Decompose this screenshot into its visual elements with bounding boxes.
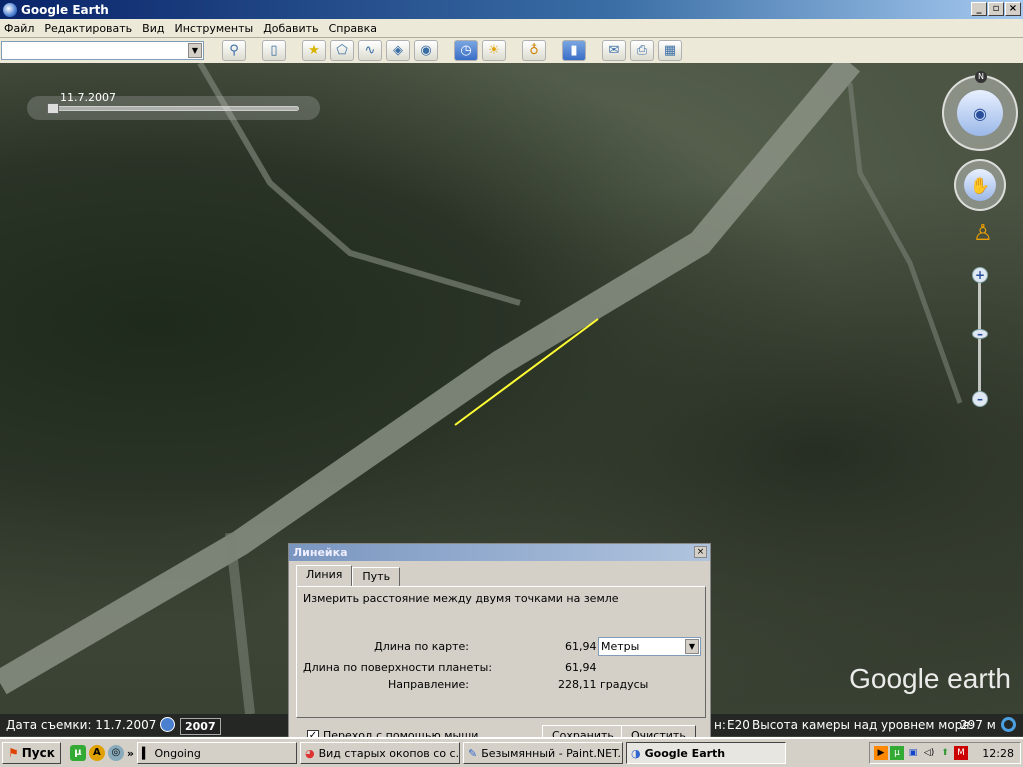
zoom-out-icon[interactable]: – <box>972 391 988 407</box>
system-tray: ▶ µ ▣ ◁) ⬆ M 12:28 <box>869 742 1021 764</box>
coordinate-value: E20 <box>727 718 750 732</box>
menu-bar: Файл Редактировать Вид Инструменты Добав… <box>0 19 1023 38</box>
sidebar-icon[interactable]: ▯ <box>262 40 286 61</box>
window-title: Google Earth <box>21 2 109 17</box>
chevron-down-icon[interactable]: ▼ <box>685 639 699 654</box>
altitude-label: Высота камеры над уровнем моря: <box>752 718 974 732</box>
historical-imagery-icon[interactable] <box>160 717 175 732</box>
imagery-date: Дата съемки: 11.7.2007 <box>6 718 157 732</box>
close-button[interactable]: × <box>1005 2 1021 16</box>
taskbar: ⚑ Пуск µ A ◎ » ▍ Ongoing ◕ Вид старых окопо… <box>0 737 1023 767</box>
north-indicator[interactable]: N <box>975 71 987 83</box>
search-icon[interactable]: ⚲ <box>222 40 246 61</box>
eye-icon[interactable]: ◉ <box>957 90 1003 136</box>
sunlight-icon[interactable]: ☀ <box>482 40 506 61</box>
network-icon[interactable]: ▣ <box>906 746 920 760</box>
ruler-dialog-title: Линейка <box>289 544 710 561</box>
start-button[interactable]: ⚑ Пуск <box>2 742 61 764</box>
hand-icon[interactable]: ✋ <box>964 169 996 201</box>
zoom-in-icon[interactable]: + <box>972 267 988 283</box>
move-control[interactable]: ✋ <box>954 159 1006 211</box>
menu-file[interactable]: Файл <box>4 22 34 35</box>
tab-path[interactable]: Путь <box>352 567 401 586</box>
safely-remove-icon[interactable]: ⬆ <box>938 746 952 760</box>
streaming-indicator-icon <box>1001 717 1016 732</box>
task-google-earth[interactable]: ◑ Google Earth <box>626 742 786 764</box>
task-label: Google Earth <box>644 746 726 760</box>
task-paint-net[interactable]: ✎ Безымянный - Paint.NET... <box>463 742 623 764</box>
task-ongoing[interactable]: ▍ Ongoing <box>137 742 297 764</box>
coordinate-label: н: <box>714 718 726 732</box>
heading-value: 228,11 градусы <box>558 678 649 691</box>
task-chrome[interactable]: ◕ Вид старых окопов со с... <box>300 742 460 764</box>
search-input[interactable]: ▼ <box>1 41 204 60</box>
google-earth-logo-icon <box>3 2 17 17</box>
utorrent-tray-icon[interactable]: µ <box>890 746 904 760</box>
toolbar: ▼ ⚲ ▯ ★ ⬠ ∿ ◈ ◉ ◷ ☀ ♁ ▮ ✉ ⎙ ▦ <box>0 38 1023 63</box>
ground-length-label: Длина по поверхности планеты: <box>303 661 493 674</box>
print-icon[interactable]: ⎙ <box>630 40 654 61</box>
ruler-dialog: Линейка × Линия Путь Измерить расстояние… <box>288 543 711 747</box>
task-label: Ongoing <box>154 746 201 760</box>
google-earth-watermark: Google earth <box>849 663 1011 694</box>
time-slider-label: 11.7.2007 <box>60 91 116 104</box>
google-earth-icon: ◑ <box>631 746 641 760</box>
time-slider-handle[interactable] <box>47 103 59 114</box>
historical-imagery-icon[interactable]: ◷ <box>454 40 478 61</box>
time-slider[interactable]: 11.7.2007 <box>27 91 320 120</box>
email-icon[interactable]: ✉ <box>602 40 626 61</box>
chevron-down-icon[interactable]: ▼ <box>188 43 202 58</box>
maximize-button[interactable]: ▫ <box>988 2 1004 16</box>
clock[interactable]: 12:28 <box>982 747 1014 760</box>
map-length-value: 61,94 <box>565 640 597 653</box>
menu-view[interactable]: Вид <box>142 22 164 35</box>
imagery-year[interactable]: 2007 <box>180 718 221 735</box>
altitude-value: 297 м <box>960 718 996 732</box>
ruler-description: Измерить расстояние между двумя точками … <box>303 592 619 605</box>
gmail-notifier-icon[interactable]: M <box>954 746 968 760</box>
task-label: Вид старых окопов со с... <box>318 746 460 760</box>
heading-label: Направление: <box>387 678 469 691</box>
folder-icon: ▍ <box>142 746 151 760</box>
tour-icon[interactable]: ◉ <box>414 40 438 61</box>
ruler-panel: Измерить расстояние между двумя точками … <box>296 586 706 718</box>
volume-icon[interactable]: ◁) <box>922 746 936 760</box>
ground-length-value: 61,94 <box>565 661 597 674</box>
chrome-icon: ◕ <box>305 746 315 760</box>
zoom-slider-handle[interactable]: – <box>972 328 988 340</box>
maps-icon[interactable]: ▦ <box>658 40 682 61</box>
time-slider-track[interactable] <box>49 106 299 111</box>
units-select[interactable]: Метры ▼ <box>598 637 701 656</box>
path-icon[interactable]: ∿ <box>358 40 382 61</box>
browser-icon[interactable]: ◎ <box>107 745 124 761</box>
windows-flag-icon: ⚑ <box>8 746 19 760</box>
menu-edit[interactable]: Редактировать <box>44 22 132 35</box>
overlay-icon[interactable]: ◈ <box>386 40 410 61</box>
menu-add[interactable]: Добавить <box>263 22 318 35</box>
units-value: Метры <box>601 640 640 653</box>
title-bar: Google Earth _ ▫ × <box>0 0 1023 19</box>
placemark-icon[interactable]: ★ <box>302 40 326 61</box>
media-player-icon[interactable]: ▶ <box>874 746 888 760</box>
utorrent-icon[interactable]: µ <box>69 745 86 761</box>
start-label: Пуск <box>21 746 55 760</box>
planet-icon[interactable]: ♁ <box>522 40 546 61</box>
ruler-icon[interactable]: ▮ <box>562 40 586 61</box>
menu-help[interactable]: Справка <box>329 22 377 35</box>
zoom-slider[interactable]: + – – <box>972 267 988 407</box>
polygon-icon[interactable]: ⬠ <box>330 40 354 61</box>
minimize-button[interactable]: _ <box>971 2 987 16</box>
task-label: Безымянный - Paint.NET... <box>481 746 623 760</box>
menu-tools[interactable]: Инструменты <box>174 22 253 35</box>
look-control[interactable]: N ◉ <box>942 71 1018 151</box>
quicklaunch-overflow[interactable]: » <box>127 747 134 760</box>
paint-net-icon: ✎ <box>468 746 478 760</box>
street-view-pegman-icon[interactable]: ♙ <box>973 221 993 246</box>
close-icon[interactable]: × <box>694 546 707 558</box>
tab-line[interactable]: Линия <box>296 565 353 586</box>
aim-icon[interactable]: A <box>88 745 105 761</box>
map-length-label: Длина по карте: <box>374 640 469 653</box>
